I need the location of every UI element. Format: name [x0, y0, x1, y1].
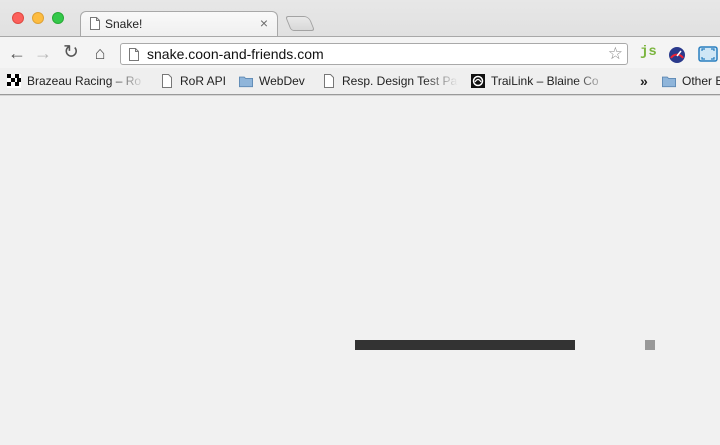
bookmark-label: WebDev	[259, 74, 305, 88]
new-tab-button[interactable]	[284, 16, 316, 31]
window-minimize-button[interactable]	[32, 12, 44, 24]
bookmark-star-icon[interactable]: ☆	[608, 45, 623, 63]
bookmark-webdev[interactable]: WebDev	[239, 73, 311, 89]
page-icon	[129, 48, 139, 61]
page-icon	[324, 74, 334, 88]
bookmark-label: Other B	[682, 74, 720, 88]
bookmarks-overflow-button[interactable]: »	[640, 73, 648, 89]
url-text[interactable]: snake.coon-and-friends.com	[147, 46, 324, 62]
toolbar: ← → ↻ ⌂ snake.coon-and-friends.com ☆ js	[0, 36, 720, 69]
folder-icon	[662, 76, 676, 88]
page-icon	[162, 74, 172, 88]
forward-button[interactable]: →	[33, 43, 53, 63]
speedometer-extension-icon[interactable]	[667, 44, 687, 64]
browser-chrome: Snake! × ← → ↻ ⌂ snake.coon-and-friends.…	[0, 0, 720, 96]
bookmark-other[interactable]: Other B	[662, 73, 720, 89]
bookmark-label: Brazeau Racing – Ro	[27, 74, 142, 88]
tab-title: Snake!	[105, 17, 143, 31]
bookmark-trailink[interactable]: TraiLink – Blaine Co	[471, 73, 609, 89]
screen-capture-extension-icon[interactable]	[697, 44, 719, 64]
back-button[interactable]: ←	[7, 43, 27, 63]
checkered-flag-icon	[7, 74, 21, 88]
window-close-button[interactable]	[12, 12, 24, 24]
window-zoom-button[interactable]	[52, 12, 64, 24]
titlebar: Snake! ×	[0, 0, 720, 37]
bookmark-ror-api[interactable]: RoR API	[160, 73, 230, 89]
bookmark-label: Resp. Design Test Pa	[342, 74, 458, 88]
reload-button[interactable]: ↻	[61, 43, 81, 63]
tab-snake[interactable]: Snake! ×	[80, 11, 278, 37]
home-button[interactable]: ⌂	[90, 43, 110, 63]
bookmark-label: TraiLink – Blaine Co	[491, 74, 599, 88]
snake-food	[645, 340, 655, 350]
js-extension-icon[interactable]: js	[640, 44, 657, 64]
address-bar[interactable]: snake.coon-and-friends.com ☆	[120, 43, 628, 65]
bookmark-label: RoR API	[180, 74, 227, 88]
close-icon[interactable]: ×	[256, 15, 272, 31]
snake-game-canvas[interactable]	[0, 96, 720, 445]
folder-icon	[239, 76, 253, 88]
bookmarks-bar: Brazeau Racing – Ro RoR API WebDev Resp.…	[0, 68, 720, 95]
snake-body	[355, 340, 575, 350]
trailink-icon	[471, 74, 485, 88]
bookmark-resp-design[interactable]: Resp. Design Test Pa	[322, 73, 458, 89]
bookmark-brazeau-racing[interactable]: Brazeau Racing – Ro	[7, 73, 145, 89]
page-icon	[90, 17, 100, 30]
